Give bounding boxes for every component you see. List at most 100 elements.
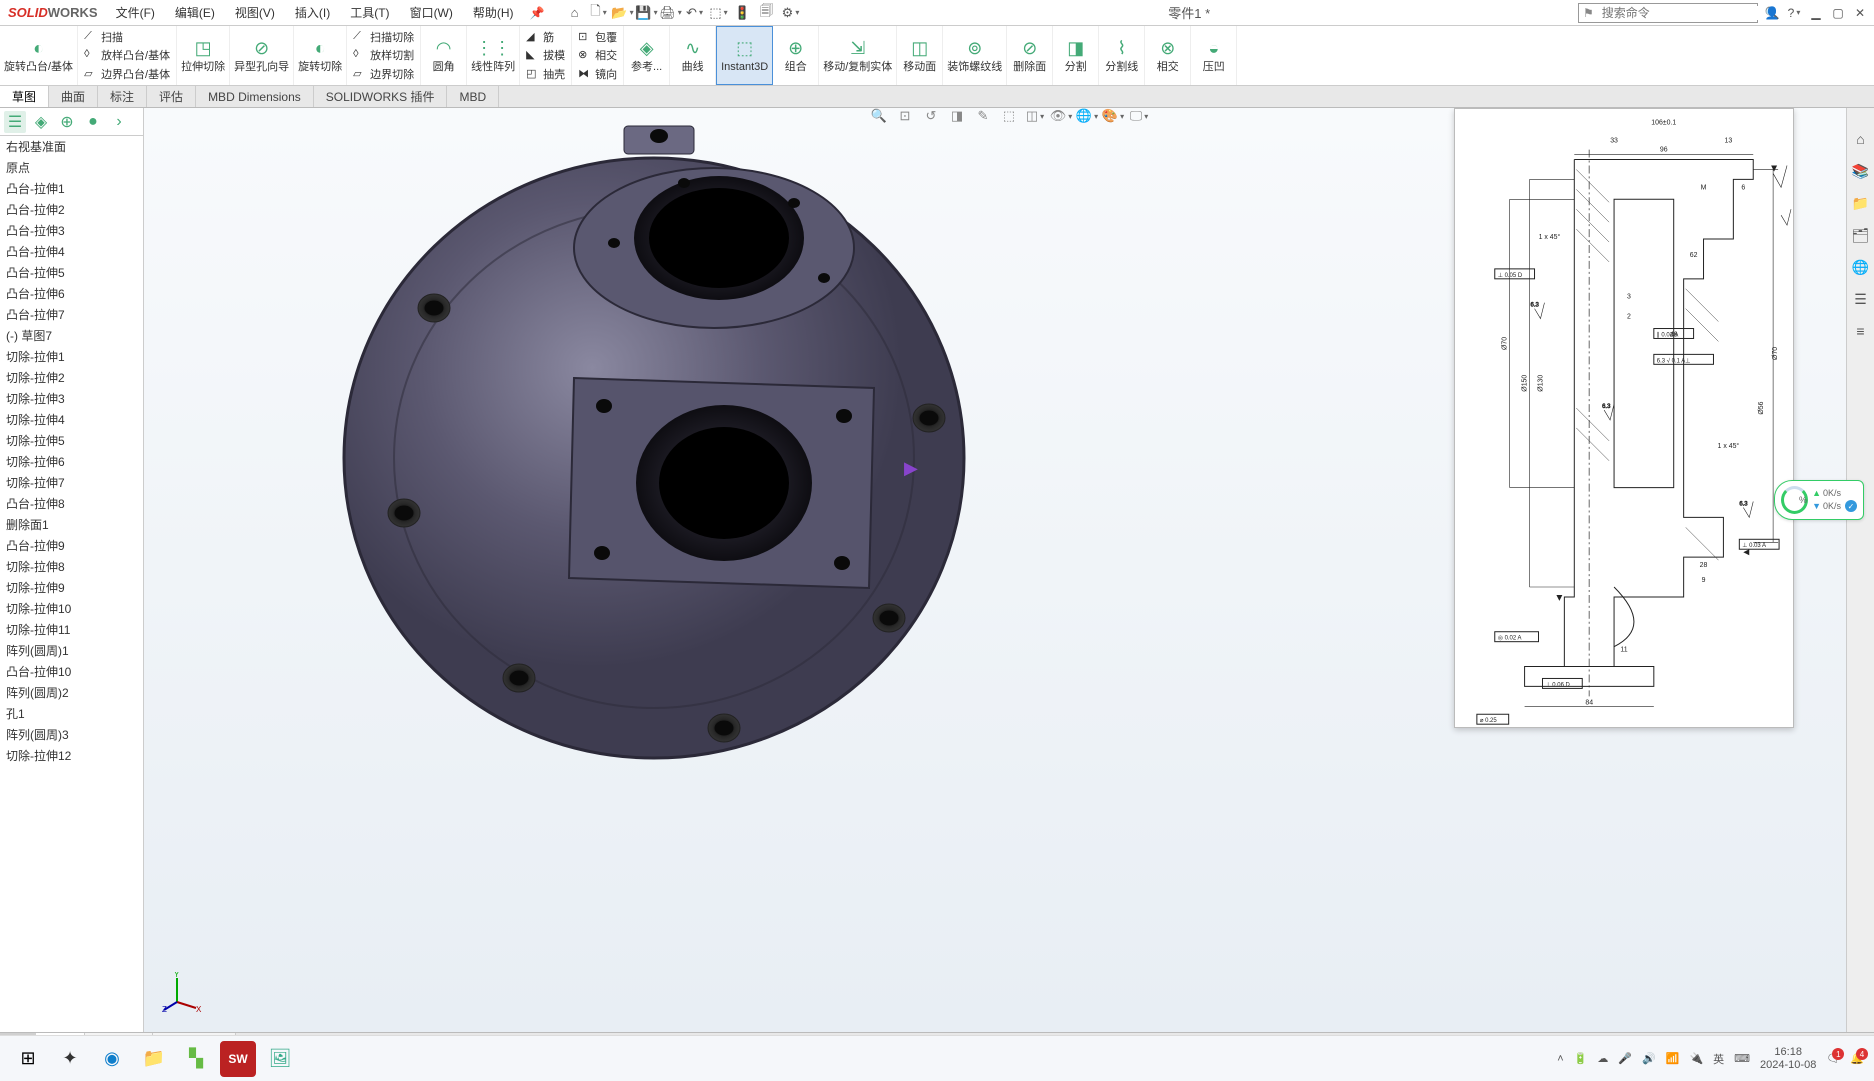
tray-volume-icon[interactable]: 🔊 (1642, 1052, 1656, 1065)
ribbon-移动/复制实体[interactable]: ⇲移动/复制实体 (819, 26, 897, 85)
start-menu-icon[interactable]: ⊞ (10, 1041, 46, 1077)
feature-阵列(圆周)3[interactable]: 阵列(圆周)3 (0, 724, 143, 745)
tray-onedrive-icon[interactable]: ☁ (1597, 1052, 1608, 1065)
edge-browser-icon[interactable]: ◉ (94, 1041, 130, 1077)
ribbon-分割线[interactable]: ⌇分割线 (1099, 26, 1145, 85)
tp-custom-props-icon[interactable]: ≡ (1850, 320, 1872, 342)
feature-tree-list[interactable]: 右视基准面原点凸台-拉伸1凸台-拉伸2凸台-拉伸3凸台-拉伸4凸台-拉伸5凸台-… (0, 136, 143, 1032)
config-manager-tab-icon[interactable]: ⊕ (56, 111, 78, 133)
ribbon-边界凸台/基体[interactable]: ▱边界凸台/基体 (84, 65, 170, 83)
taskbar-clock[interactable]: 16:18 2024-10-08 (1760, 1046, 1816, 1070)
menu-编辑(E)[interactable]: 编辑(E) (165, 4, 225, 21)
feature-凸台-拉伸8[interactable]: 凸台-拉伸8 (0, 493, 143, 514)
feature-切除-拉伸7[interactable]: 切除-拉伸7 (0, 472, 143, 493)
feature-切除-拉伸4[interactable]: 切除-拉伸4 (0, 409, 143, 430)
taskbar-app-6-icon[interactable]: 🖼 (262, 1041, 298, 1077)
ribbon-扫描[interactable]: ⟋扫描 (84, 28, 170, 46)
ribbon-相交[interactable]: ⊗相交 (578, 46, 617, 64)
feature-切除-拉伸6[interactable]: 切除-拉伸6 (0, 451, 143, 472)
minimize-icon[interactable]: ▁ (1808, 5, 1824, 21)
feature-凸台-拉伸1[interactable]: 凸台-拉伸1 (0, 178, 143, 199)
tray-power-icon[interactable]: 🔌 (1689, 1052, 1703, 1065)
apply-scene-icon[interactable]: 🎨 (1103, 108, 1123, 126)
ribbon-圆角[interactable]: ◠圆角 (421, 26, 467, 85)
feature-切除-拉伸3[interactable]: 切除-拉伸3 (0, 388, 143, 409)
print-icon[interactable]: 🖨 (661, 3, 681, 23)
ribbon-旋转凸台/基体[interactable]: ◐旋转凸台/基体 (0, 26, 78, 85)
feature-(-) 草图7[interactable]: (-) 草图7 (0, 325, 143, 346)
hide-show-icon[interactable]: 👁 (1051, 108, 1071, 126)
maximize-icon[interactable]: ▢ (1830, 5, 1846, 21)
property-manager-tab-icon[interactable]: ◈ (30, 111, 52, 133)
feature-原点[interactable]: 原点 (0, 157, 143, 178)
tp-view-palette-icon[interactable]: 🌐 (1850, 256, 1872, 278)
close-icon[interactable]: ✕ (1852, 5, 1868, 21)
undo-icon[interactable]: ↶ (685, 3, 705, 23)
feature-切除-拉伸11[interactable]: 切除-拉伸11 (0, 619, 143, 640)
menu-工具(T)[interactable]: 工具(T) (340, 4, 399, 21)
solidworks-taskbar-icon[interactable]: SW (220, 1041, 256, 1077)
cmd-tab-评估[interactable]: 评估 (147, 86, 196, 107)
cmd-tab-MBD Dimensions[interactable]: MBD Dimensions (196, 86, 314, 107)
menu-窗口(W)[interactable]: 窗口(W) (400, 4, 463, 21)
ribbon-抽壳[interactable]: ◰抽壳 (526, 65, 565, 83)
feature-凸台-拉伸6[interactable]: 凸台-拉伸6 (0, 283, 143, 304)
tp-file-explorer-icon[interactable]: 🗂 (1850, 224, 1872, 246)
tray-wifi-icon[interactable]: 📶 (1666, 1052, 1680, 1065)
feature-切除-拉伸12[interactable]: 切除-拉伸12 (0, 745, 143, 766)
ribbon-分割[interactable]: ◨分割 (1053, 26, 1099, 85)
network-monitor-widget[interactable]: % ▲0K/s ▼0K/s✓ (1774, 480, 1864, 520)
feature-删除面1[interactable]: 删除面1 (0, 514, 143, 535)
help-icon[interactable]: ? (1786, 5, 1802, 21)
expand-tab-icon[interactable]: › (108, 111, 130, 133)
tray-keyboard-icon[interactable]: ⌨ (1734, 1052, 1750, 1065)
tray-mic-icon[interactable]: 🎤 (1618, 1052, 1632, 1065)
menu-文件(F)[interactable]: 文件(F) (106, 4, 165, 21)
save-icon[interactable]: 💾 (637, 3, 657, 23)
cmd-tab-曲面[interactable]: 曲面 (49, 86, 98, 107)
tray-battery-icon[interactable]: 🔋 (1574, 1052, 1588, 1065)
tp-appearances-icon[interactable]: ☰ (1850, 288, 1872, 310)
menu-插入(I)[interactable]: 插入(I) (285, 4, 340, 21)
feature-凸台-拉伸7[interactable]: 凸台-拉伸7 (0, 304, 143, 325)
tray-notification-1[interactable]: 🗨1 (1826, 1052, 1840, 1065)
view-settings-icon[interactable]: 🖵 (1129, 108, 1149, 126)
ribbon-装饰螺纹线[interactable]: ⊚装饰螺纹线 (943, 26, 1007, 85)
select-icon[interactable]: ⬚ (709, 3, 729, 23)
new-doc-icon[interactable]: 🗋 (589, 3, 609, 23)
feature-阵列(圆周)1[interactable]: 阵列(圆周)1 (0, 640, 143, 661)
ribbon-放样凸台/基体[interactable]: ◊放样凸台/基体 (84, 46, 170, 64)
file-explorer-icon[interactable]: 📁 (136, 1041, 172, 1077)
user-icon[interactable]: 👤 (1764, 5, 1780, 21)
feature-右视基准面[interactable]: 右视基准面 (0, 136, 143, 157)
tray-ime-label[interactable]: 英 (1713, 1051, 1724, 1067)
ribbon-压凹[interactable]: ◒压凹 (1191, 26, 1237, 85)
edit-appearance-icon[interactable]: 🌐 (1077, 108, 1097, 126)
ribbon-包覆[interactable]: ⊡包覆 (578, 28, 617, 46)
cmd-tab-MBD[interactable]: MBD (447, 86, 499, 107)
feature-凸台-拉伸10[interactable]: 凸台-拉伸10 (0, 661, 143, 682)
orientation-triad[interactable]: Y X Z (162, 972, 202, 1012)
feature-凸台-拉伸3[interactable]: 凸台-拉伸3 (0, 220, 143, 241)
options-icon[interactable]: 🗐 (757, 3, 777, 23)
pin-icon[interactable]: 📌 (530, 6, 545, 20)
ribbon-线性阵列[interactable]: ⋮⋮线性阵列 (467, 26, 520, 85)
ribbon-旋转切除[interactable]: ◐旋转切除 (294, 26, 347, 85)
cmd-tab-SOLIDWORKS 插件[interactable]: SOLIDWORKS 插件 (314, 86, 448, 107)
tp-resources-icon[interactable]: 📚 (1850, 160, 1872, 182)
feature-凸台-拉伸4[interactable]: 凸台-拉伸4 (0, 241, 143, 262)
ribbon-删除面[interactable]: ⊘删除面 (1007, 26, 1053, 85)
cmd-tab-标注[interactable]: 标注 (98, 86, 147, 107)
open-doc-icon[interactable]: 📂 (613, 3, 633, 23)
ribbon-Instant3D[interactable]: ⬚Instant3D (716, 26, 773, 85)
reference-drawing-overlay[interactable]: 106±0.1 96 33 13 M 6 Ø70 Ø150 Ø130 Ø70 Ø… (1454, 108, 1794, 728)
ribbon-扫描切除[interactable]: ⟋扫描切除 (353, 28, 414, 46)
tray-chevron-icon[interactable]: ˄ (1557, 1053, 1563, 1065)
ribbon-镜向[interactable]: ⧓镜向 (578, 65, 617, 83)
ribbon-放样切割[interactable]: ◊放样切割 (353, 46, 414, 64)
menu-帮助(H)[interactable]: 帮助(H) (463, 4, 524, 21)
ribbon-拔模[interactable]: ◣拔模 (526, 46, 565, 64)
ribbon-移动面[interactable]: ◫移动面 (897, 26, 943, 85)
ribbon-拉伸切除[interactable]: ◳拉伸切除 (177, 26, 230, 85)
tray-notification-2[interactable]: 🔔4 (1850, 1052, 1864, 1065)
